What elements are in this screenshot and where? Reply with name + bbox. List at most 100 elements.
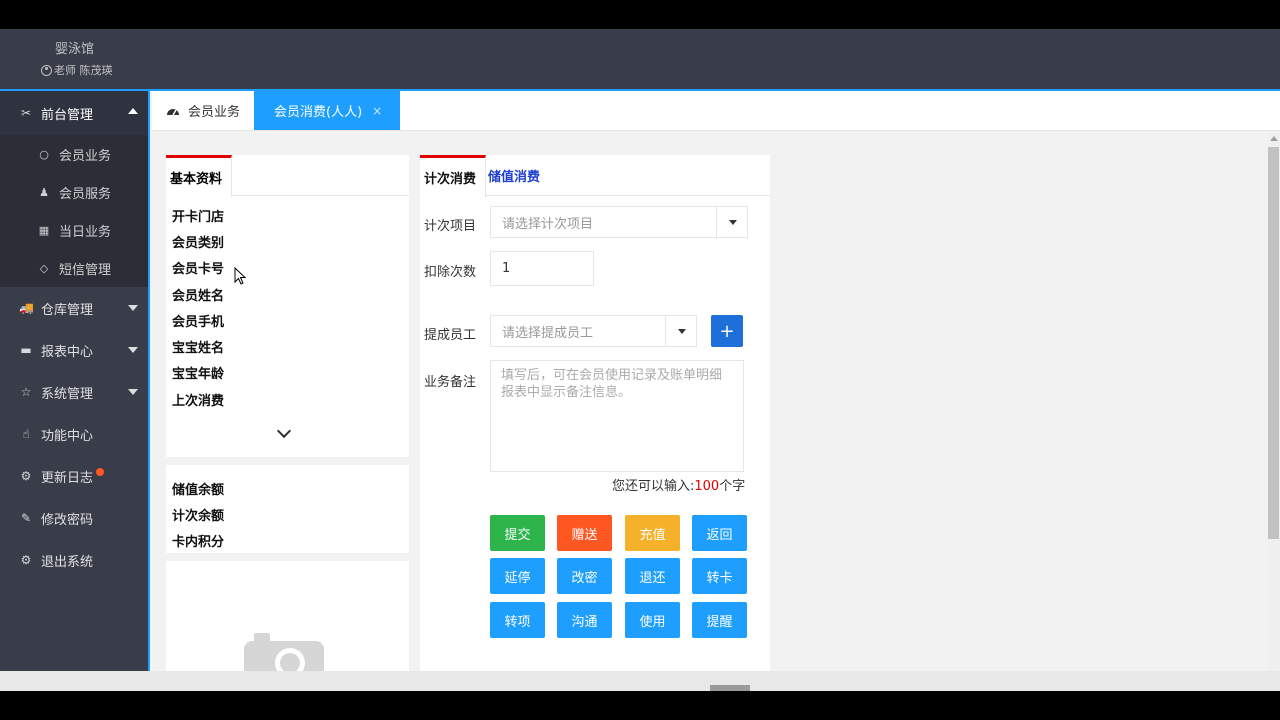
scroll-up-icon[interactable] — [1270, 136, 1278, 141]
counter-number: 100 — [694, 479, 720, 494]
warehouse-icon: 🚚 — [19, 301, 34, 315]
action-button[interactable]: 赠送 — [557, 515, 612, 551]
action-button[interactable]: 充值 — [625, 515, 680, 551]
deduct-label: 扣除次数 — [424, 265, 477, 280]
info-field: 宝宝姓名 — [172, 341, 225, 357]
circle-icon: ○ — [39, 147, 49, 161]
report-icon: ▬ — [20, 343, 32, 357]
staff-label: 提成员工 — [424, 328, 477, 343]
sidebar-item-label: 功能中心 — [41, 428, 94, 444]
consumption-panel: 计次消费 储值消费 计次项目 请选择计次项目 扣除次数 1 提成员工 请选择提成… — [420, 155, 770, 675]
action-button[interactable]: 延停 — [490, 558, 545, 594]
sidebar-item-label: 系统管理 — [41, 386, 94, 402]
sidebar-item-reports[interactable]: ▬ 报表中心 — [0, 329, 148, 371]
basic-info-list: 开卡门店 会员类别 会员卡号 会员姓名 会员手机 宝宝姓名 宝宝年龄 上次消费 — [166, 196, 409, 412]
note-placeholder: 填写后，可在会员使用记录及账单明细报表中显示备注信息。 — [501, 368, 723, 400]
action-button[interactable]: 转卡 — [692, 558, 747, 594]
info-field: 宝宝年龄 — [172, 367, 225, 383]
item-label: 计次项目 — [424, 219, 477, 234]
action-button[interactable]: 退还 — [625, 558, 680, 594]
scroll-thumb[interactable] — [1268, 147, 1279, 539]
chevron-down-icon — [128, 389, 138, 395]
info-field: 会员卡号 — [172, 262, 225, 278]
chevron-down-icon[interactable] — [665, 316, 696, 346]
sidebar-item-label: 报表中心 — [41, 344, 94, 360]
action-button[interactable]: 提交 — [490, 515, 545, 551]
member-info-tabs: 基本资料 — [166, 155, 409, 197]
member-info-panel: 基本资料 开卡门店 会员类别 会员卡号 会员姓名 会员手机 宝宝姓名 宝宝年龄 … — [166, 155, 409, 675]
sidebar-item-changelog[interactable]: ⚙ 更新日志 — [0, 455, 148, 497]
divider — [166, 457, 409, 465]
message-icon: ◇ — [39, 261, 49, 275]
gears-icon: ⚙ — [20, 469, 32, 483]
tab-member-consumption[interactable]: 会员消费(人人) × — [254, 91, 400, 130]
balance-field: 计次余额 — [172, 508, 225, 524]
user-icon — [41, 64, 52, 76]
tab-count-consumption[interactable]: 计次消费 — [420, 155, 486, 197]
sidebar-item-logout[interactable]: ⚙ 退出系统 — [0, 539, 148, 581]
tab-stored-consumption[interactable]: 储值消费 — [488, 155, 540, 196]
action-button[interactable]: 沟通 — [557, 602, 612, 638]
action-button[interactable]: 返回 — [692, 515, 747, 551]
camera-icon — [244, 633, 324, 675]
tab-member-business[interactable]: 会员业务 — [152, 91, 254, 130]
sidebar-subitem-daily-business[interactable]: ▦ 当日业务 — [0, 211, 148, 249]
sidebar-item-label: 前台管理 — [41, 107, 94, 123]
user-name: 老师 陈茂瑛 — [54, 64, 113, 77]
chevron-down-icon[interactable] — [716, 207, 747, 237]
count-item-select[interactable]: 请选择计次项目 — [490, 206, 748, 238]
star-icon: ☆ — [20, 385, 32, 399]
app-window: 婴泳馆 老师 陈茂瑛 ✂ 前台管理 ○ 会员业务 ♟ 会员服务 ▦ 当日业务 ◇… — [0, 29, 1280, 691]
sidebar-item-functions[interactable]: ☝ 功能中心 — [0, 413, 148, 455]
add-staff-button[interactable]: + — [711, 315, 743, 347]
person-icon: ♟ — [39, 185, 49, 199]
info-field: 会员姓名 — [172, 288, 225, 304]
tab-label: 计次消费 — [424, 172, 477, 187]
chevron-down-icon — [128, 305, 138, 311]
deduct-count-input[interactable]: 1 — [490, 251, 594, 286]
action-button[interactable]: 使用 — [625, 602, 680, 638]
tab-label: 会员业务 — [188, 105, 241, 120]
sidebar-submenu: ○ 会员业务 ♟ 会员服务 ▦ 当日业务 ◇ 短信管理 — [0, 135, 148, 287]
current-user[interactable]: 老师 陈茂瑛 — [41, 62, 113, 78]
chevron-down-icon — [128, 347, 138, 353]
note-textarea[interactable]: 填写后，可在会员使用记录及账单明细报表中显示备注信息。 — [490, 360, 744, 472]
notification-dot — [96, 468, 105, 476]
sidebar-subitem-label: 会员业务 — [59, 148, 112, 164]
sidebar-item-change-password[interactable]: ✎ 修改密码 — [0, 497, 148, 539]
top-header: 婴泳馆 老师 陈茂瑛 — [0, 29, 1280, 91]
sidebar-subitem-member-business[interactable]: ○ 会员业务 — [0, 135, 148, 173]
sidebar-subitem-label: 会员服务 — [59, 186, 112, 202]
brand-name: 婴泳馆 — [55, 42, 95, 57]
calendar-icon: ▦ — [38, 223, 50, 237]
horizontal-scrollbar[interactable] — [0, 671, 1280, 691]
scroll-thumb[interactable] — [710, 685, 750, 691]
tab-basic-info[interactable]: 基本资料 — [166, 155, 232, 197]
close-icon[interactable]: × — [372, 104, 382, 118]
action-button[interactable]: 提醒 — [692, 602, 747, 638]
counter-prefix: 您还可以输入: — [612, 479, 695, 494]
select-placeholder: 请选择计次项目 — [502, 216, 594, 232]
action-button[interactable]: 改密 — [557, 558, 612, 594]
sidebar-item-warehouse[interactable]: 🚚 仓库管理 — [0, 287, 148, 329]
sidebar-item-front-desk[interactable]: ✂ 前台管理 — [0, 91, 148, 135]
staff-select[interactable]: 请选择提成员工 — [490, 315, 697, 347]
info-field: 开卡门店 — [172, 209, 225, 225]
sidebar-subitem-member-service[interactable]: ♟ 会员服务 — [0, 173, 148, 211]
dashboard-icon — [167, 108, 179, 115]
sidebar-subitem-label: 当日业务 — [59, 224, 112, 240]
balance-field: 储值余额 — [172, 482, 225, 498]
info-field: 会员类别 — [172, 235, 225, 251]
action-button[interactable]: 转项 — [490, 602, 545, 638]
chevron-down-icon[interactable] — [276, 423, 292, 439]
tab-label: 基本资料 — [170, 172, 223, 187]
wrench-icon: ✂ — [20, 106, 32, 120]
consumption-tabs: 计次消费 储值消费 — [420, 155, 770, 197]
sidebar-item-system[interactable]: ☆ 系统管理 — [0, 371, 148, 413]
divider — [166, 553, 409, 561]
deduct-value: 1 — [502, 261, 511, 276]
tab-label: 储值消费 — [488, 170, 541, 185]
sidebar-subitem-sms[interactable]: ◇ 短信管理 — [0, 249, 148, 287]
balance-field: 卡内积分 — [172, 535, 225, 551]
vertical-scrollbar[interactable] — [1267, 131, 1280, 691]
